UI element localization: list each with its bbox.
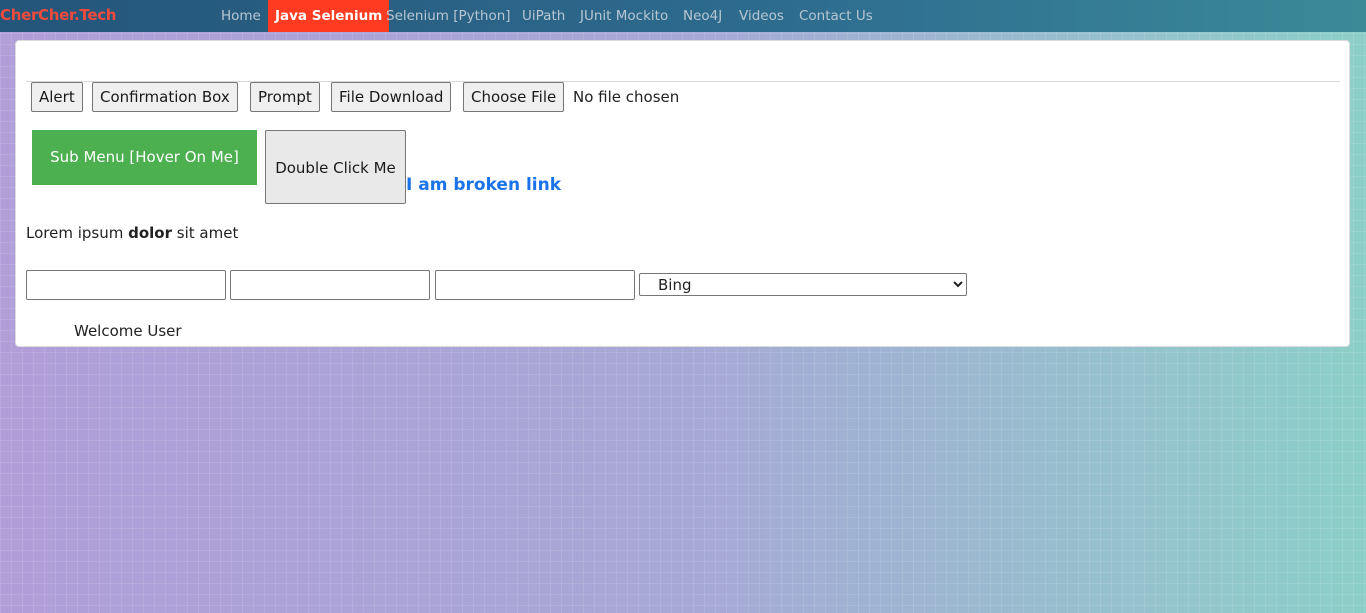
confirmation-box-button[interactable]: Confirmation Box [92, 82, 238, 112]
file-status-text: No file chosen [573, 88, 680, 106]
nav-videos[interactable]: Videos [739, 0, 784, 32]
nav-neo4j[interactable]: Neo4J [683, 0, 722, 32]
file-download-button[interactable]: File Download [331, 82, 452, 112]
nav-java-selenium[interactable]: Java Selenium [268, 0, 390, 32]
lorem-bold: dolor [128, 224, 173, 242]
nav-home[interactable]: Home [221, 0, 261, 32]
sub-menu-hover-button[interactable]: Sub Menu [Hover On Me] [32, 130, 257, 185]
choose-file-button[interactable]: Choose File [463, 82, 565, 112]
nav-selenium-python[interactable]: Selenium [Python] [386, 0, 511, 32]
nav-contact-us[interactable]: Contact Us [799, 0, 873, 32]
text-input-3[interactable] [435, 270, 635, 300]
broken-link[interactable]: I am broken link [406, 175, 561, 195]
text-input-2[interactable] [230, 270, 430, 300]
site-logo[interactable]: CherCher.Tech [0, 6, 116, 24]
text-input-1[interactable] [26, 270, 226, 300]
double-click-button[interactable]: Double Click Me [265, 130, 406, 204]
content-panel: Alert Confirmation Box Prompt File Downl… [15, 40, 1350, 347]
lorem-text: Lorem ipsum dolor sit amet [26, 224, 238, 242]
nav-junit-mockito[interactable]: JUnit Mockito [580, 0, 668, 32]
nav-uipath[interactable]: UiPath [522, 0, 565, 32]
prompt-button[interactable]: Prompt [250, 82, 320, 112]
lorem-after: sit amet [176, 224, 239, 242]
welcome-text: Welcome User [74, 322, 182, 340]
alert-button[interactable]: Alert [31, 82, 83, 112]
lorem-before: Lorem ipsum [26, 224, 124, 242]
search-engine-select[interactable]: Bing [639, 273, 967, 296]
top-navbar: CherCher.Tech Home Java Selenium Seleniu… [0, 0, 1366, 32]
